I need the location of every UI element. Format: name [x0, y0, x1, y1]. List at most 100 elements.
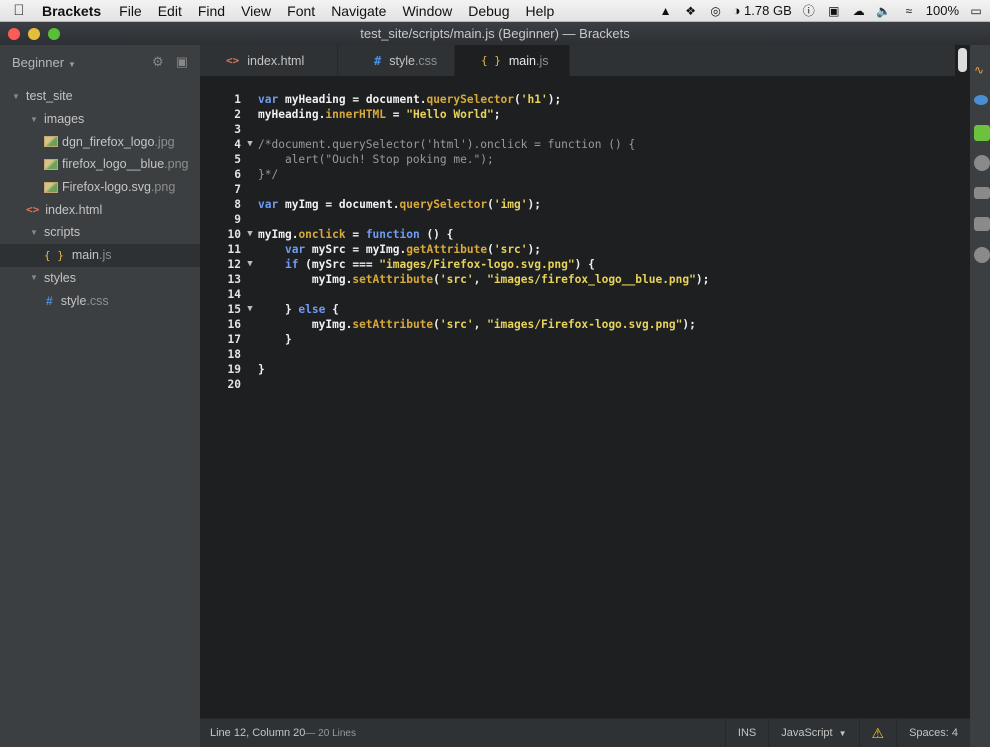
fold-arrow-icon[interactable]: ▼ — [242, 302, 258, 317]
insert-mode-toggle[interactable]: INS — [724, 719, 768, 747]
window-zoom-button[interactable] — [48, 28, 60, 40]
tab-index-html[interactable]: <> index .html — [200, 45, 338, 76]
scrollbar-track[interactable] — [955, 45, 970, 718]
code-text: } — [258, 333, 292, 346]
code-line[interactable]: 2 myHeading.innerHTML = "Hello World"; — [200, 107, 709, 122]
code-text: } — [258, 363, 265, 376]
menu-font[interactable]: Font — [279, 3, 323, 19]
fold-arrow-icon[interactable]: ▼ — [242, 227, 258, 242]
tree-folder-test-site[interactable]: ▼ test_site — [0, 85, 200, 108]
battery-icon[interactable]: ▭ — [968, 4, 984, 18]
code-line[interactable]: 15 ▼ } else { — [200, 302, 709, 317]
tree-file-ext: .jpg — [154, 134, 175, 149]
fold-gutter — [242, 242, 258, 257]
code-line[interactable]: 9 — [200, 212, 709, 227]
chevron-down-icon[interactable]: ▼ — [30, 273, 40, 282]
gear-icon[interactable]: ⚙ — [152, 54, 164, 70]
chevron-down-icon[interactable]: ▼ — [12, 92, 22, 101]
tree-label: styles — [44, 270, 76, 285]
status-bar: Line 12, Column 20 — 20 Lines INS JavaSc… — [200, 718, 970, 747]
cursor-position[interactable]: Line 12, Column 20 — [200, 727, 305, 739]
tab-style-css[interactable]: # style .css — [338, 45, 455, 76]
warning-icon[interactable]: ⚠ — [858, 719, 897, 747]
tree-file-index-html[interactable]: <> index .html — [0, 198, 200, 221]
tree-folder-styles[interactable]: ▼ styles — [0, 267, 200, 290]
menu-app-name[interactable]: Brackets — [38, 3, 111, 19]
code-line[interactable]: 14 — [200, 287, 709, 302]
tree-file-style-css[interactable]: # style .css — [0, 289, 200, 312]
volume-icon[interactable]: 🔈 — [876, 4, 892, 18]
fold-arrow-icon[interactable]: ▼ — [242, 137, 258, 152]
code-line[interactable]: 13 myImg.setAttribute('src', "images/fir… — [200, 272, 710, 287]
code-line[interactable]: 18 — [200, 347, 709, 362]
code-line[interactable]: 17 } — [200, 332, 709, 347]
tree-file-dgn-firefox-logo[interactable]: dgn_firefox_logo .jpg — [0, 130, 200, 153]
code-text: myImg.setAttribute('src', "images/firefo… — [311, 273, 710, 286]
code-line[interactable]: 20 — [200, 377, 709, 392]
tree-folder-scripts[interactable]: ▼ scripts — [0, 221, 200, 244]
eye-icon[interactable] — [974, 95, 988, 105]
line-number: 3 — [234, 123, 241, 136]
code-line[interactable]: 10 ▼ myImg.onclick = function () { — [200, 227, 709, 242]
fold-arrow-icon[interactable]: ▼ — [242, 257, 258, 272]
dropbox-icon[interactable]: ❖ — [683, 4, 699, 18]
tree-file-main-js[interactable]: { } main .js — [0, 243, 200, 267]
code-line[interactable]: 6}*/ — [200, 167, 709, 182]
split-view-icon[interactable]: ▣ — [176, 54, 188, 70]
info-icon[interactable]: ⓘ — [801, 4, 817, 18]
live-preview-icon[interactable]: ∿ — [974, 64, 990, 76]
line-number: 7 — [234, 183, 241, 196]
menu-help[interactable]: Help — [518, 3, 563, 19]
window-close-button[interactable] — [8, 28, 20, 40]
tree-file-firefox-logo-svg[interactable]: Firefox-logo.svg .png — [0, 176, 200, 199]
language-select[interactable]: JavaScript ▼ — [768, 719, 858, 747]
shield-icon[interactable]: ◎ — [708, 4, 724, 18]
code-lines[interactable]: 1 var myHeading = document.querySelector(… — [200, 92, 710, 392]
menu-view[interactable]: View — [233, 3, 279, 19]
code-line[interactable]: 11 var mySrc = myImg.getAttribute('src')… — [200, 242, 709, 257]
menu-edit[interactable]: Edit — [150, 3, 190, 19]
line-number: 13 — [227, 273, 241, 286]
battery-percent[interactable]: 100% — [926, 3, 959, 18]
scrollbar-thumb[interactable] — [958, 48, 967, 72]
code-line[interactable]: 8 var myImg = document.querySelector('img… — [200, 197, 709, 212]
indent-spaces[interactable]: Spaces: 4 — [896, 719, 970, 747]
menu-navigate[interactable]: Navigate — [323, 3, 394, 19]
menu-find[interactable]: Find — [190, 3, 233, 19]
code-line[interactable]: 12 ▼ if (mySrc === "images/Firefox-logo.s… — [200, 257, 709, 272]
cloud-icon[interactable] — [974, 187, 990, 199]
line-number: 10 — [227, 228, 241, 241]
project-dropdown[interactable]: Beginner ▼ — [12, 55, 76, 70]
calendar-icon[interactable]: ▣ — [826, 4, 842, 18]
chevron-down-icon[interactable]: ▼ — [30, 228, 40, 237]
drive-icon[interactable]: ▲ — [658, 4, 674, 18]
code-line[interactable]: 4 ▼/*document.querySelector('html').oncli… — [200, 137, 709, 152]
code-line[interactable]: 7 — [200, 182, 709, 197]
apple-icon[interactable]:  — [0, 2, 38, 19]
code-line[interactable]: 3 — [200, 122, 709, 137]
tab-main-js[interactable]: { } main .js — [455, 45, 570, 76]
lightbulb-icon[interactable] — [974, 247, 990, 263]
code-editor[interactable]: 1 var myHeading = document.querySelector(… — [200, 76, 970, 718]
layers-icon[interactable] — [974, 217, 990, 231]
menu-window[interactable]: Window — [394, 3, 460, 19]
fold-gutter — [242, 287, 258, 302]
code-line[interactable]: 1 var myHeading = document.querySelector(… — [200, 92, 709, 107]
code-line[interactable]: 16 myImg.setAttribute('src', "images/Fir… — [200, 317, 709, 332]
menu-file[interactable]: File — [111, 3, 150, 19]
extension-manager-icon[interactable] — [974, 125, 990, 141]
menu-debug[interactable]: Debug — [460, 3, 517, 19]
tab-file-ext: .css — [414, 53, 438, 68]
fold-gutter — [242, 332, 258, 347]
gear-icon[interactable] — [974, 155, 990, 171]
code-line[interactable]: 19} — [200, 362, 709, 377]
tree-file-firefox-logo-blue[interactable]: firefox_logo__blue .png — [0, 153, 200, 176]
code-text: myImg.setAttribute('src', "images/Firefo… — [311, 318, 696, 331]
window-minimize-button[interactable] — [28, 28, 40, 40]
chevron-down-icon[interactable]: ▼ — [30, 115, 40, 124]
wifi-icon[interactable]: ≈ — [901, 4, 917, 18]
cloud-icon[interactable]: ☁ — [851, 4, 867, 18]
tree-folder-images[interactable]: ▼ images — [0, 108, 200, 131]
code-line[interactable]: 5 alert("Ouch! Stop poking me."); — [200, 152, 709, 167]
memory-indicator[interactable]: ◑ 1.78 GB — [733, 3, 792, 18]
